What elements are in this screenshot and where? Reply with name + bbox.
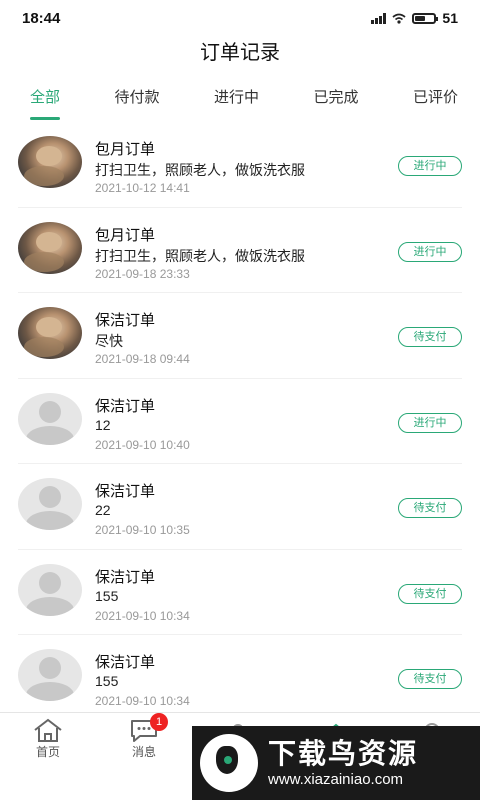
battery-icon [412, 12, 439, 24]
status-badge[interactable]: 进行中 [398, 412, 462, 433]
order-item[interactable]: 保洁订单尽快 2021-09-18 09:44 待支付 [18, 293, 462, 379]
order-description: 打扫卫生，照顾老人，做饭洗衣服 [95, 162, 305, 178]
status-time: 18:44 [22, 9, 61, 27]
page-title: 订单记录 [200, 42, 280, 64]
order-description: 155 [95, 587, 119, 604]
order-time: 2021-10-12 14:41 [95, 181, 190, 195]
chat-icon: 1 [128, 713, 168, 743]
message-count-badge: 1 [150, 713, 168, 731]
watermark-overlay: 下载鸟资源 www.xiazainiao.com [192, 726, 480, 800]
order-type: 保洁订单 [95, 654, 156, 671]
nav-messages-label: 消息 [131, 745, 156, 759]
order-type: 包月订单 [95, 141, 156, 158]
order-tabs: 全部 待付款 进行中 已完成 已评价 [0, 84, 480, 120]
status-bar: 18:44 51 [0, 0, 480, 36]
watermark-logo-icon [200, 734, 258, 792]
order-type: 保洁订单 [95, 568, 156, 586]
status-badge[interactable]: 进行中 [398, 156, 462, 176]
status-indicators: 51 [371, 10, 458, 26]
signal-icon [371, 12, 387, 24]
status-badge[interactable]: 待支付 [398, 498, 462, 518]
order-type: 包月订单 [95, 226, 156, 244]
status-badge[interactable]: 待支付 [398, 327, 462, 347]
order-time: 2021-09-10 10:34 [95, 608, 190, 623]
order-list: 包月订单 打扫卫生，照顾老人，做饭洗衣服 2021-10-12 14:41 进行中 包月… [0, 122, 480, 721]
order-description: 尽快 [95, 333, 123, 349]
tab-all[interactable]: 全部 [30, 84, 61, 120]
order-time: 2021-09-10 10:35 [95, 523, 190, 537]
order-type: 保洁订单 [95, 483, 156, 500]
watermark-title: 下载鸟资源 [268, 738, 419, 769]
wifi-icon [392, 13, 406, 24]
order-type: 保洁订单 [95, 397, 156, 415]
status-badge[interactable]: 待支付 [398, 669, 462, 689]
tab-completed[interactable]: 已完成 [313, 84, 358, 120]
avatar [18, 221, 82, 274]
order-item[interactable]: 保洁订单 22 2021-09-10 10:35 待支付 [18, 464, 462, 550]
nav-home[interactable]: 首页 [18, 717, 78, 760]
order-description: 22 [95, 502, 111, 518]
avatar-placeholder [18, 563, 82, 616]
order-item[interactable]: 包月订单打扫卫生，照顾老人，做饭洗衣服 2021-09-18 23:33 进行中 [18, 208, 462, 293]
order-time: 2021-09-18 23:33 [95, 266, 190, 281]
order-time: 2021-09-18 09:44 [95, 352, 190, 366]
avatar [18, 307, 82, 359]
tab-pending-payment[interactable]: 待付款 [114, 84, 159, 120]
order-time: 2021-09-10 10:34 [95, 694, 190, 708]
watermark-url: www.xiazainiao.com [268, 771, 404, 788]
home-icon [32, 717, 64, 743]
nav-home-label: 首页 [35, 745, 60, 759]
status-badge[interactable]: 待支付 [398, 583, 462, 604]
avatar-placeholder [18, 392, 82, 445]
battery-level: 51 [442, 10, 458, 26]
order-description: 12 [95, 416, 111, 433]
order-type: 保洁订单 [95, 312, 156, 329]
tab-in-progress[interactable]: 进行中 [214, 84, 259, 120]
tab-reviewed[interactable]: 已评价 [413, 84, 458, 120]
order-description: 155 [95, 673, 119, 689]
nav-messages[interactable]: 1 消息 [114, 713, 174, 760]
order-description: 打扫卫生，照顾老人，做饭洗衣服 [95, 247, 305, 264]
order-item[interactable]: 保洁订单 12 2021-09-10 10:40 进行中 [18, 379, 462, 464]
order-item[interactable]: 保洁订单 155 2021-09-10 10:34 待支付 [18, 550, 462, 635]
status-badge[interactable]: 进行中 [398, 241, 462, 262]
order-item[interactable]: 包月订单打扫卫生，照顾老人，做饭洗衣服 2021-10-12 14:41 进行中 [18, 122, 462, 208]
avatar-placeholder [18, 649, 82, 701]
order-item[interactable]: 保洁订单 155 2021-09-10 10:34 待支付 [18, 635, 462, 721]
order-time: 2021-09-10 10:40 [95, 437, 190, 452]
avatar [18, 136, 82, 188]
avatar-placeholder [18, 478, 82, 530]
